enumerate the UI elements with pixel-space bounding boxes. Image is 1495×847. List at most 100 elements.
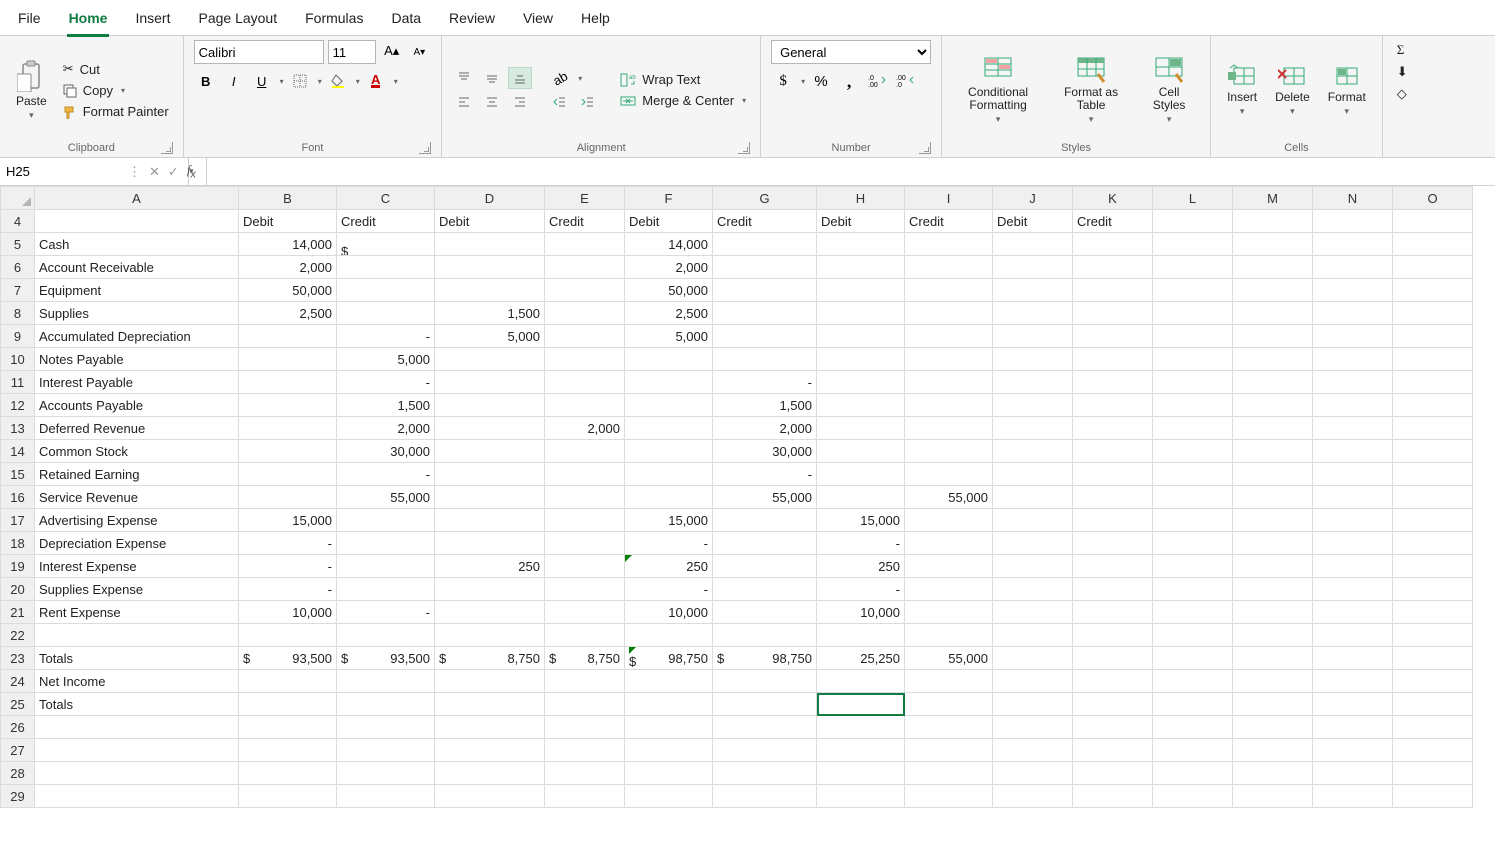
- cell-I13[interactable]: [905, 417, 993, 440]
- cell-N22[interactable]: [1313, 624, 1393, 647]
- cell-F15[interactable]: [625, 463, 713, 486]
- cell-E5[interactable]: [545, 233, 625, 256]
- row-header-4[interactable]: 4: [1, 210, 35, 233]
- cell-E9[interactable]: [545, 325, 625, 348]
- format-cells-button[interactable]: Format▾: [1322, 62, 1372, 119]
- cell-N20[interactable]: [1313, 578, 1393, 601]
- cell-B7[interactable]: 50,000: [239, 279, 337, 302]
- col-header-H[interactable]: H: [817, 187, 905, 210]
- cell-E16[interactable]: [545, 486, 625, 509]
- cell-F7[interactable]: 50,000: [625, 279, 713, 302]
- cell-G26[interactable]: [713, 716, 817, 739]
- cell-G22[interactable]: [713, 624, 817, 647]
- cell-A14[interactable]: Common Stock: [35, 440, 239, 463]
- cell-D20[interactable]: [435, 578, 545, 601]
- cell-G15[interactable]: -: [713, 463, 817, 486]
- cell-N18[interactable]: [1313, 532, 1393, 555]
- cell-H12[interactable]: [817, 394, 905, 417]
- font-name-select[interactable]: [194, 40, 324, 64]
- fill-color-button[interactable]: [326, 70, 350, 92]
- cell-O15[interactable]: [1393, 463, 1473, 486]
- cell-N12[interactable]: [1313, 394, 1393, 417]
- cell-J11[interactable]: [993, 371, 1073, 394]
- menu-insert[interactable]: Insert: [133, 6, 172, 34]
- cell-L6[interactable]: [1153, 256, 1233, 279]
- cell-O9[interactable]: [1393, 325, 1473, 348]
- cell-M6[interactable]: [1233, 256, 1313, 279]
- cell-J5[interactable]: [993, 233, 1073, 256]
- menu-page-layout[interactable]: Page Layout: [196, 6, 279, 34]
- cell-F9[interactable]: 5,000: [625, 325, 713, 348]
- cell-K28[interactable]: [1073, 762, 1153, 785]
- increase-decimal-button[interactable]: .0.00: [865, 70, 889, 92]
- menu-file[interactable]: File: [16, 6, 43, 34]
- cell-L20[interactable]: [1153, 578, 1233, 601]
- cell-B17[interactable]: 15,000: [239, 509, 337, 532]
- cell-L11[interactable]: [1153, 371, 1233, 394]
- cell-J27[interactable]: [993, 739, 1073, 762]
- cell-O12[interactable]: [1393, 394, 1473, 417]
- row-header-5[interactable]: 5: [1, 233, 35, 256]
- cell-B8[interactable]: 2,500: [239, 302, 337, 325]
- cell-O6[interactable]: [1393, 256, 1473, 279]
- cell-N10[interactable]: [1313, 348, 1393, 371]
- cell-K14[interactable]: [1073, 440, 1153, 463]
- cell-A25[interactable]: Totals: [35, 693, 239, 716]
- cell-M21[interactable]: [1233, 601, 1313, 624]
- cell-M24[interactable]: [1233, 670, 1313, 693]
- cell-O10[interactable]: [1393, 348, 1473, 371]
- cell-G21[interactable]: [713, 601, 817, 624]
- cell-L27[interactable]: [1153, 739, 1233, 762]
- align-center-button[interactable]: [480, 91, 504, 113]
- chevron-down-icon[interactable]: ▾: [801, 77, 805, 86]
- cell-A11[interactable]: Interest Payable: [35, 371, 239, 394]
- cell-M29[interactable]: [1233, 785, 1313, 808]
- font-color-button[interactable]: A: [364, 70, 388, 92]
- row-header-17[interactable]: 17: [1, 509, 35, 532]
- cell-O14[interactable]: [1393, 440, 1473, 463]
- cell-H20[interactable]: -: [817, 578, 905, 601]
- cell-C22[interactable]: [337, 624, 435, 647]
- cell-H14[interactable]: [817, 440, 905, 463]
- cell-F23[interactable]: 98,750: [625, 647, 713, 670]
- clipboard-launcher[interactable]: [161, 142, 173, 154]
- menu-review[interactable]: Review: [447, 6, 497, 34]
- delete-cells-button[interactable]: Delete▾: [1269, 62, 1316, 119]
- cell-E23[interactable]: 8,750: [545, 647, 625, 670]
- cell-K11[interactable]: [1073, 371, 1153, 394]
- row-header-22[interactable]: 22: [1, 624, 35, 647]
- cell-N8[interactable]: [1313, 302, 1393, 325]
- conditional-formatting-button[interactable]: Conditional Formatting▾: [952, 54, 1044, 127]
- cell-I21[interactable]: [905, 601, 993, 624]
- cell-E20[interactable]: [545, 578, 625, 601]
- col-header-J[interactable]: J: [993, 187, 1073, 210]
- cell-C27[interactable]: [337, 739, 435, 762]
- cell-N4[interactable]: [1313, 210, 1393, 233]
- cell-D21[interactable]: [435, 601, 545, 624]
- cell-I7[interactable]: [905, 279, 993, 302]
- cell-K26[interactable]: [1073, 716, 1153, 739]
- cell-K25[interactable]: [1073, 693, 1153, 716]
- cell-J6[interactable]: [993, 256, 1073, 279]
- cell-J21[interactable]: [993, 601, 1073, 624]
- cell-H5[interactable]: [817, 233, 905, 256]
- cell-J7[interactable]: [993, 279, 1073, 302]
- autosum-button[interactable]: Σ: [1393, 40, 1409, 60]
- cell-B21[interactable]: 10,000: [239, 601, 337, 624]
- decrease-font-button[interactable]: A▾: [407, 42, 431, 64]
- cell-K17[interactable]: [1073, 509, 1153, 532]
- cell-J17[interactable]: [993, 509, 1073, 532]
- cell-L26[interactable]: [1153, 716, 1233, 739]
- cell-B11[interactable]: [239, 371, 337, 394]
- cell-O7[interactable]: [1393, 279, 1473, 302]
- cell-G28[interactable]: [713, 762, 817, 785]
- cell-H26[interactable]: [817, 716, 905, 739]
- cell-O28[interactable]: [1393, 762, 1473, 785]
- cell-H8[interactable]: [817, 302, 905, 325]
- row-header-20[interactable]: 20: [1, 578, 35, 601]
- cell-J24[interactable]: [993, 670, 1073, 693]
- cell-G4[interactable]: Credit: [713, 210, 817, 233]
- cell-J22[interactable]: [993, 624, 1073, 647]
- cell-G13[interactable]: 2,000: [713, 417, 817, 440]
- format-painter-button[interactable]: Format Painter: [59, 102, 173, 121]
